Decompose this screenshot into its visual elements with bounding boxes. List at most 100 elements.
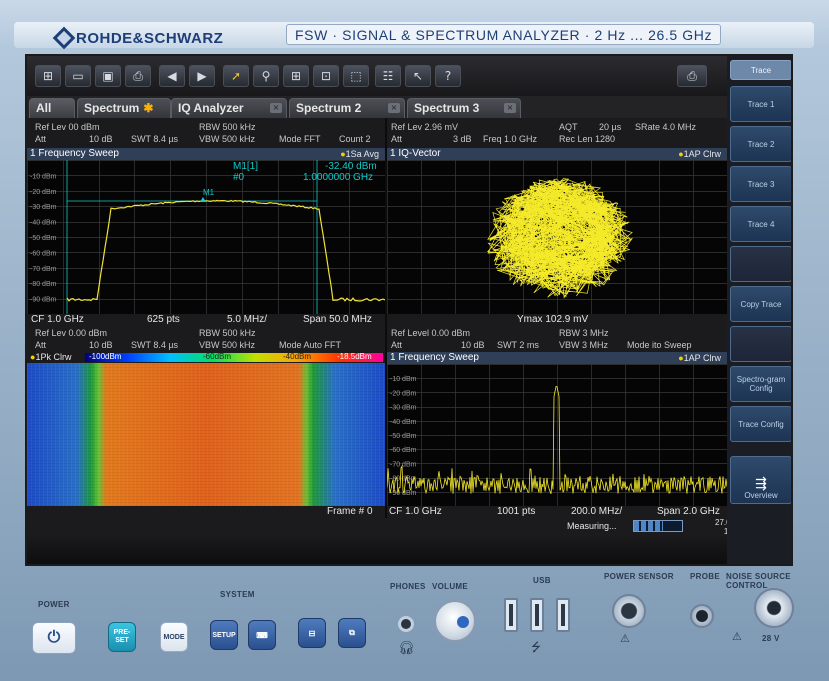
volume-knob[interactable] — [434, 600, 476, 642]
power-icon: ⏻ — [47, 629, 61, 646]
spectrogram-scale-bar: ●1Pk Clrw -100dBm -60dBm -40dBm -18.5dBm — [27, 352, 385, 363]
softkey-blank[interactable] — [730, 326, 791, 362]
ref-level: Ref Lev 00 dBm — [35, 122, 100, 132]
y-tick-label: -10 dBm — [30, 173, 57, 180]
freq-per-div: 200.0 MHz/ — [571, 506, 623, 517]
pane-footer: CF 1.0 GHz 1001 pts 200.0 MHz/ Span 2.0 … — [387, 506, 727, 518]
pane-title-text: 1 Frequency Sweep — [30, 148, 119, 159]
marker-icon — [200, 197, 206, 202]
power-button[interactable]: ⏻ — [32, 622, 76, 654]
undo-icon[interactable]: ◀ — [159, 65, 185, 87]
keyboard-icon: ⌨ — [256, 630, 268, 640]
usb-icon: ⭍ — [531, 640, 541, 654]
y-tick-label: -60 dBm — [390, 447, 417, 454]
softkey-blank[interactable] — [730, 246, 791, 282]
frame-number: Frame # 0 — [327, 506, 373, 517]
setup-button[interactable]: SETUP — [210, 620, 238, 650]
sweep-points: 625 pts — [147, 314, 180, 325]
trace-tag: ●1AP Clrw — [678, 149, 721, 159]
softkey-copy-trace[interactable]: Copy Trace — [730, 286, 791, 322]
iq-vector-plot[interactable] — [387, 160, 727, 315]
help-pointer-icon[interactable]: ↖ — [405, 65, 431, 87]
probe-label: PROBE — [690, 572, 720, 581]
zoom-off-icon[interactable]: ⊡ — [313, 65, 339, 87]
y-tick-label: -90 dBm — [30, 297, 57, 304]
scale-label: -100dBm — [89, 352, 122, 361]
zoom-icon[interactable]: ⚲ — [253, 65, 279, 87]
print-icon[interactable]: ⎙ — [125, 65, 151, 87]
tab-all[interactable]: All — [29, 98, 75, 118]
multi-zoom-icon[interactable]: ⊞ — [283, 65, 309, 87]
spectrogram-plot[interactable] — [27, 363, 385, 506]
close-icon[interactable]: × — [388, 103, 400, 113]
pane-iq-vector: Ref Lev 2.96 mV Att 3 dB Freq 1.0 GHz AQ… — [387, 118, 727, 326]
tab-spectrum-3[interactable]: Spectrum 3 × — [407, 98, 521, 118]
windows-start-icon[interactable]: ⊞ — [35, 65, 61, 87]
trace-tag-text: 1AP Clrw — [683, 149, 721, 159]
srate-value: SRate 4.0 MHz — [635, 122, 697, 132]
y-tick-label: -30 dBm — [30, 204, 57, 211]
att-label: Att — [35, 340, 47, 350]
softkey-trace-config[interactable]: Trace Config — [730, 406, 791, 442]
softkey-trace-2[interactable]: Trace 2 — [730, 126, 791, 162]
trace-tag: ●1Pk Clrw — [30, 352, 72, 362]
help-icon[interactable]: ? — [435, 65, 461, 87]
overview-label: Overview — [744, 491, 778, 500]
att-label: Att — [391, 134, 403, 144]
softkey-overview[interactable]: ⇶ Overview — [730, 456, 791, 504]
att-label: Att — [35, 134, 47, 144]
power-sensor-port — [612, 594, 646, 628]
softkey-trace-1[interactable]: Trace 1 — [730, 86, 791, 122]
tab-spectrum[interactable]: Spectrum ✱ — [77, 98, 171, 118]
swt-value: SWT 8.4 µs — [131, 134, 179, 144]
close-icon[interactable]: × — [270, 103, 282, 113]
close-icon[interactable]: × — [504, 103, 516, 113]
pane-header: Ref Lev 2.96 mV Att 3 dB Freq 1.0 GHz AQ… — [387, 118, 727, 148]
phones-label: PHONES — [390, 582, 426, 591]
system-label: SYSTEM — [220, 590, 255, 599]
fullscreen-icon[interactable]: ⬚ — [343, 65, 369, 87]
tab-label: IQ Analyzer — [178, 101, 244, 115]
pointer-icon[interactable]: ➚ — [223, 65, 249, 87]
brand-name: ROHDE&SCHWARZ — [76, 30, 224, 47]
freq-value: Freq 1.0 GHz — [483, 134, 538, 144]
vbw-value: VBW 500 kHz — [199, 134, 256, 144]
headphones-icon: 🎧︎ — [398, 640, 415, 655]
spectrogram-noise-overlay — [27, 363, 385, 506]
att-value: 3 dB — [453, 134, 472, 144]
preset-button[interactable]: PRE-SET — [108, 622, 136, 652]
rbw-value: RBW 500 kHz — [199, 328, 256, 338]
ref-level: Ref Level 0.00 dBm — [391, 328, 471, 338]
att-value: 10 dB — [89, 340, 113, 350]
att-value: 10 dB — [89, 134, 113, 144]
power-sensor-label: POWER SENSOR — [604, 572, 674, 581]
wide-spectrum-plot[interactable]: -10 dBm -20 dBm -30 dBm -40 dBm -50 dBm -60 d… — [387, 364, 727, 507]
y-tick-label: -70 dBm — [30, 266, 57, 273]
marker-frequency: 1.0000000 GHz — [303, 172, 373, 183]
toolbar: ⊞ ▭ ▣ ⎙ ◀ ▶ ➚ ⚲ ⊞ ⊡ ⬚ ☷ ↖ ? ⎙ — [27, 56, 727, 96]
instrument-bezel: ROHDE&SCHWARZ FSW · SIGNAL & SPECTRUM AN… — [0, 0, 829, 681]
mode-button[interactable]: MODE — [160, 622, 188, 652]
tab-spectrum-2[interactable]: Spectrum 2 × — [289, 98, 405, 118]
tab-label: All — [36, 101, 52, 115]
redo-icon[interactable]: ▶ — [189, 65, 215, 87]
volume-label: VOLUME — [432, 582, 469, 591]
spectrum-plot[interactable]: -10 dBm -20 dBm -30 dBm -40 dBm -50 dBm -60 d… — [27, 160, 385, 315]
tab-iq-analyzer[interactable]: IQ Analyzer × — [171, 98, 287, 118]
pane-title: 1 Frequency Sweep ●1Sa Avg — [27, 148, 385, 160]
softkey-trace-3[interactable]: Trace 3 — [730, 166, 791, 202]
display-change-button[interactable]: ⧉ — [338, 618, 366, 648]
spectrum-trace — [66, 199, 385, 302]
keyboard-button[interactable]: ⌨ — [248, 620, 276, 650]
trace-tag-text: 1AP Clrw — [683, 353, 721, 363]
marker-level: -32.40 dBm — [325, 161, 377, 172]
print-screen-icon[interactable]: ⎙ — [677, 65, 707, 87]
y-tick-label: -50 dBm — [390, 433, 417, 440]
spectrogram-icon[interactable]: ☷ — [375, 65, 401, 87]
softkey-spectrogram-config[interactable]: Spectro-gram Config — [730, 366, 791, 402]
center-freq: CF 1.0 GHz — [389, 506, 442, 517]
open-file-icon[interactable]: ▭ — [65, 65, 91, 87]
display-split-button[interactable]: ⊟ — [298, 618, 326, 648]
softkey-trace-4[interactable]: Trace 4 — [730, 206, 791, 242]
save-icon[interactable]: ▣ — [95, 65, 121, 87]
